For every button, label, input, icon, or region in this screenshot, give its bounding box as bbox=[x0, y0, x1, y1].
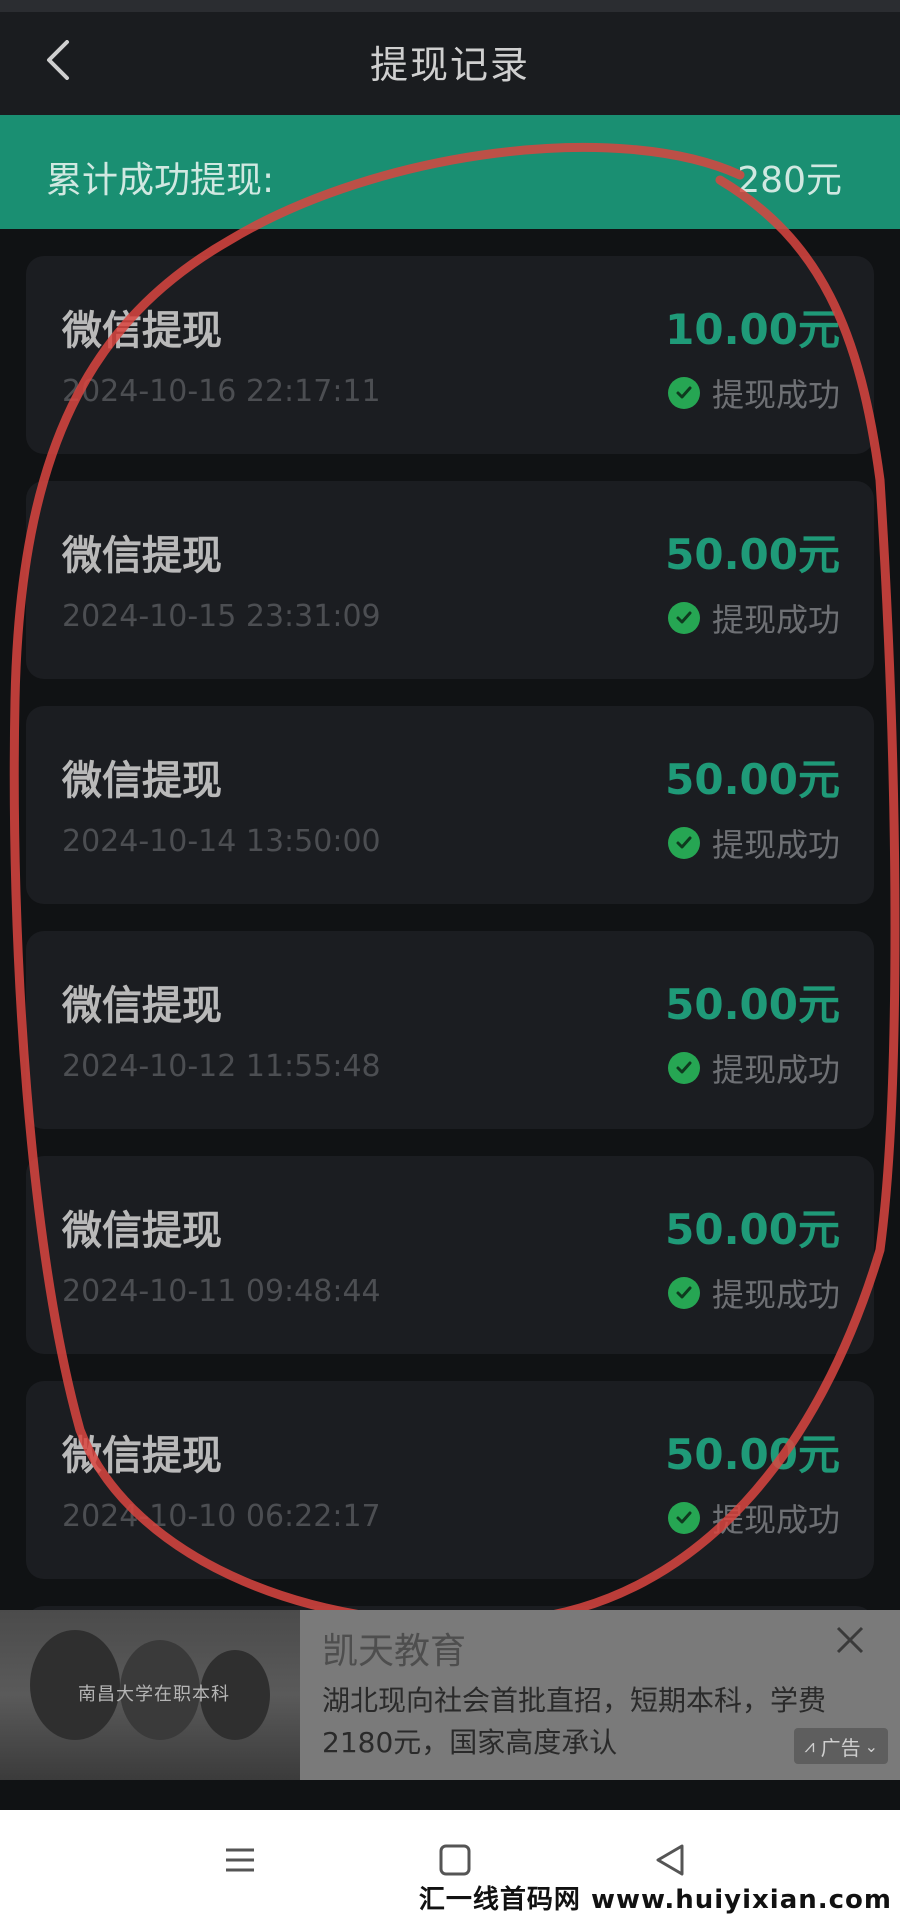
ad-badge[interactable]: ⩘ 广告 ⌄ bbox=[794, 1728, 888, 1764]
record-status-text: 提现成功 bbox=[711, 1276, 840, 1314]
ad-image[interactable]: 南昌大学在职本科 bbox=[0, 1610, 300, 1780]
record-time: 2024-10-15 23:31:09 bbox=[62, 599, 381, 634]
chevron-down-icon: ⌄ bbox=[864, 1736, 878, 1756]
ad-banner[interactable]: 南昌大学在职本科 凯天教育 湖北现向社会首批直招，短期本科，学费2180元，国家… bbox=[0, 1610, 900, 1780]
record-item[interactable]: 微信提现 2024-10-15 23:31:09 50.00元 提现成功 bbox=[26, 481, 874, 679]
page-title: 提现记录 bbox=[369, 43, 530, 87]
record-time: 2024-10-10 06:22:17 bbox=[62, 1499, 381, 1534]
check-circle-icon bbox=[667, 1052, 700, 1084]
record-time: 2024-10-16 22:17:11 bbox=[62, 374, 381, 409]
ad-image-caption: 南昌大学在职本科 bbox=[78, 1684, 230, 1705]
check-circle-icon bbox=[667, 377, 700, 409]
ad-logo-icon: ⩘ bbox=[804, 1735, 815, 1757]
record-method: 微信提现 bbox=[62, 1208, 222, 1254]
record-method: 微信提现 bbox=[62, 308, 222, 354]
record-amount: 50.00元 bbox=[665, 1430, 840, 1479]
summary-bar: 累计成功提现: 280元 bbox=[0, 115, 900, 229]
record-status: 提现成功 bbox=[667, 370, 840, 416]
record-status: 提现成功 bbox=[667, 1045, 840, 1091]
record-status-text: 提现成功 bbox=[711, 376, 840, 414]
record-status: 提现成功 bbox=[667, 1270, 840, 1316]
check-circle-icon bbox=[667, 1502, 700, 1534]
record-amount: 50.00元 bbox=[665, 755, 840, 804]
check-circle-icon bbox=[667, 827, 700, 859]
summary-label: 累计成功提现: bbox=[46, 160, 275, 201]
nav-menu-button[interactable] bbox=[205, 1830, 275, 1890]
record-status-text: 提现成功 bbox=[711, 826, 840, 864]
record-method: 微信提现 bbox=[62, 1433, 222, 1479]
record-amount: 50.00元 bbox=[665, 980, 840, 1029]
record-item[interactable]: 微信提现 2024-10-16 22:17:11 10.00元 提现成功 bbox=[26, 256, 874, 454]
square-icon bbox=[439, 1844, 471, 1876]
ad-badge-label: 广告 bbox=[820, 1735, 861, 1760]
record-item[interactable]: 微信提现 2024-10-12 11:55:48 50.00元 提现成功 bbox=[26, 931, 874, 1129]
ad-title: 凯天教育 bbox=[322, 1631, 467, 1672]
summary-value: 280元 bbox=[737, 160, 842, 201]
ad-close-button[interactable] bbox=[830, 1620, 870, 1660]
record-method: 微信提现 bbox=[62, 533, 222, 579]
check-circle-icon bbox=[667, 602, 700, 634]
record-status-text: 提现成功 bbox=[711, 1051, 840, 1089]
record-status: 提现成功 bbox=[667, 595, 840, 641]
record-item[interactable]: 微信提现 2024-10-14 13:50:00 50.00元 提现成功 bbox=[26, 706, 874, 904]
triangle-back-icon bbox=[656, 1844, 684, 1876]
record-time: 2024-10-14 13:50:00 bbox=[62, 824, 381, 859]
record-status-text: 提现成功 bbox=[711, 601, 840, 639]
record-item[interactable]: 微信提现 2024-10-11 09:48:44 50.00元 提现成功 bbox=[26, 1156, 874, 1354]
watermark: 汇一线首码网 www.huiyixian.com bbox=[418, 1885, 892, 1915]
record-method: 微信提现 bbox=[62, 758, 222, 804]
record-amount: 50.00元 bbox=[665, 530, 840, 579]
check-circle-icon bbox=[667, 1277, 700, 1309]
record-time: 2024-10-12 11:55:48 bbox=[62, 1049, 381, 1084]
record-status: 提现成功 bbox=[667, 820, 840, 866]
menu-icon bbox=[226, 1848, 254, 1872]
close-icon bbox=[836, 1626, 864, 1654]
record-item[interactable]: 微信提现 2024-10-10 06:22:17 50.00元 提现成功 bbox=[26, 1381, 874, 1579]
record-status-text: 提现成功 bbox=[711, 1501, 840, 1539]
system-nav-bar: 汇一线首码网 www.huiyixian.com bbox=[0, 1810, 900, 1920]
app-header: 提现记录 bbox=[0, 0, 900, 115]
record-amount: 50.00元 bbox=[665, 1205, 840, 1254]
record-time: 2024-10-11 09:48:44 bbox=[62, 1274, 381, 1309]
record-method: 微信提现 bbox=[62, 983, 222, 1029]
status-bar bbox=[0, 0, 900, 12]
record-amount: 10.00元 bbox=[665, 305, 840, 354]
record-status: 提现成功 bbox=[667, 1495, 840, 1541]
